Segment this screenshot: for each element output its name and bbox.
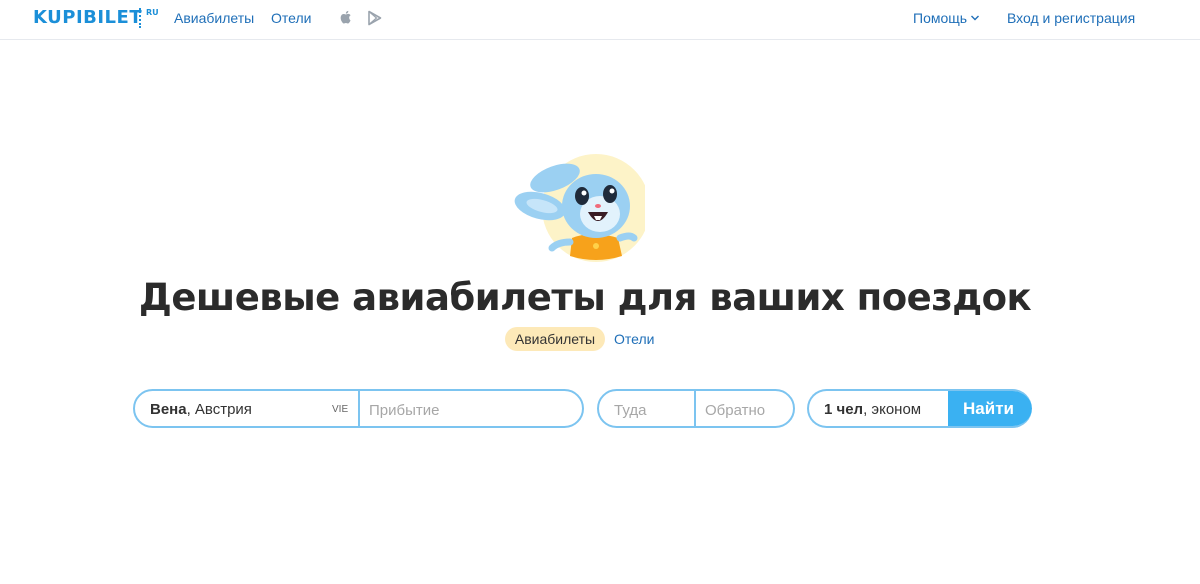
- cabin-class: , эконом: [863, 401, 922, 418]
- passenger-count: 1 чел: [824, 401, 864, 418]
- arrival-input[interactable]: [369, 400, 569, 420]
- page-title: Дешевые авиабилеты для ваших поездок: [138, 276, 1032, 319]
- login-register-link[interactable]: Вход и регистрация: [1007, 10, 1135, 26]
- google-play-icon[interactable]: [367, 10, 383, 26]
- find-button[interactable]: Найти: [948, 391, 1032, 426]
- tab-flights[interactable]: Авиабилеты: [505, 327, 605, 351]
- logo-divider: [139, 8, 141, 28]
- dates-field-group: [597, 389, 795, 428]
- dates-divider: [694, 391, 696, 426]
- departure-airport-code: VIE: [332, 404, 349, 415]
- tab-hotels[interactable]: Отели: [614, 331, 654, 347]
- nav-flights-link[interactable]: Авиабилеты: [174, 10, 254, 26]
- kupibilet-logo[interactable]: KUPIBILET: [33, 7, 142, 28]
- departure-city: Вена: [150, 401, 187, 418]
- apple-icon[interactable]: [338, 9, 354, 25]
- passengers-selector[interactable]: 1 чел, эконом: [824, 401, 921, 418]
- route-field-group: Вена, Австрия VIE: [133, 389, 584, 428]
- departure-field[interactable]: Вена, Австрия: [150, 401, 252, 418]
- chevron-down-icon[interactable]: [970, 14, 980, 22]
- nav-hotels-link[interactable]: Отели: [271, 10, 311, 26]
- rabbit-mascot-illustration: [514, 154, 645, 262]
- route-divider: [358, 391, 360, 426]
- passengers-field-group: 1 чел, эконом Найти: [807, 389, 1032, 428]
- top-header: KUPIBILET RU Авиабилеты Отели Помощь Вхо…: [0, 0, 1200, 40]
- departure-country: , Австрия: [186, 401, 252, 418]
- return-date-input[interactable]: [705, 400, 785, 420]
- logo-suffix: RU: [146, 8, 159, 17]
- departure-date-input[interactable]: [614, 400, 694, 420]
- help-menu-link[interactable]: Помощь: [913, 10, 967, 26]
